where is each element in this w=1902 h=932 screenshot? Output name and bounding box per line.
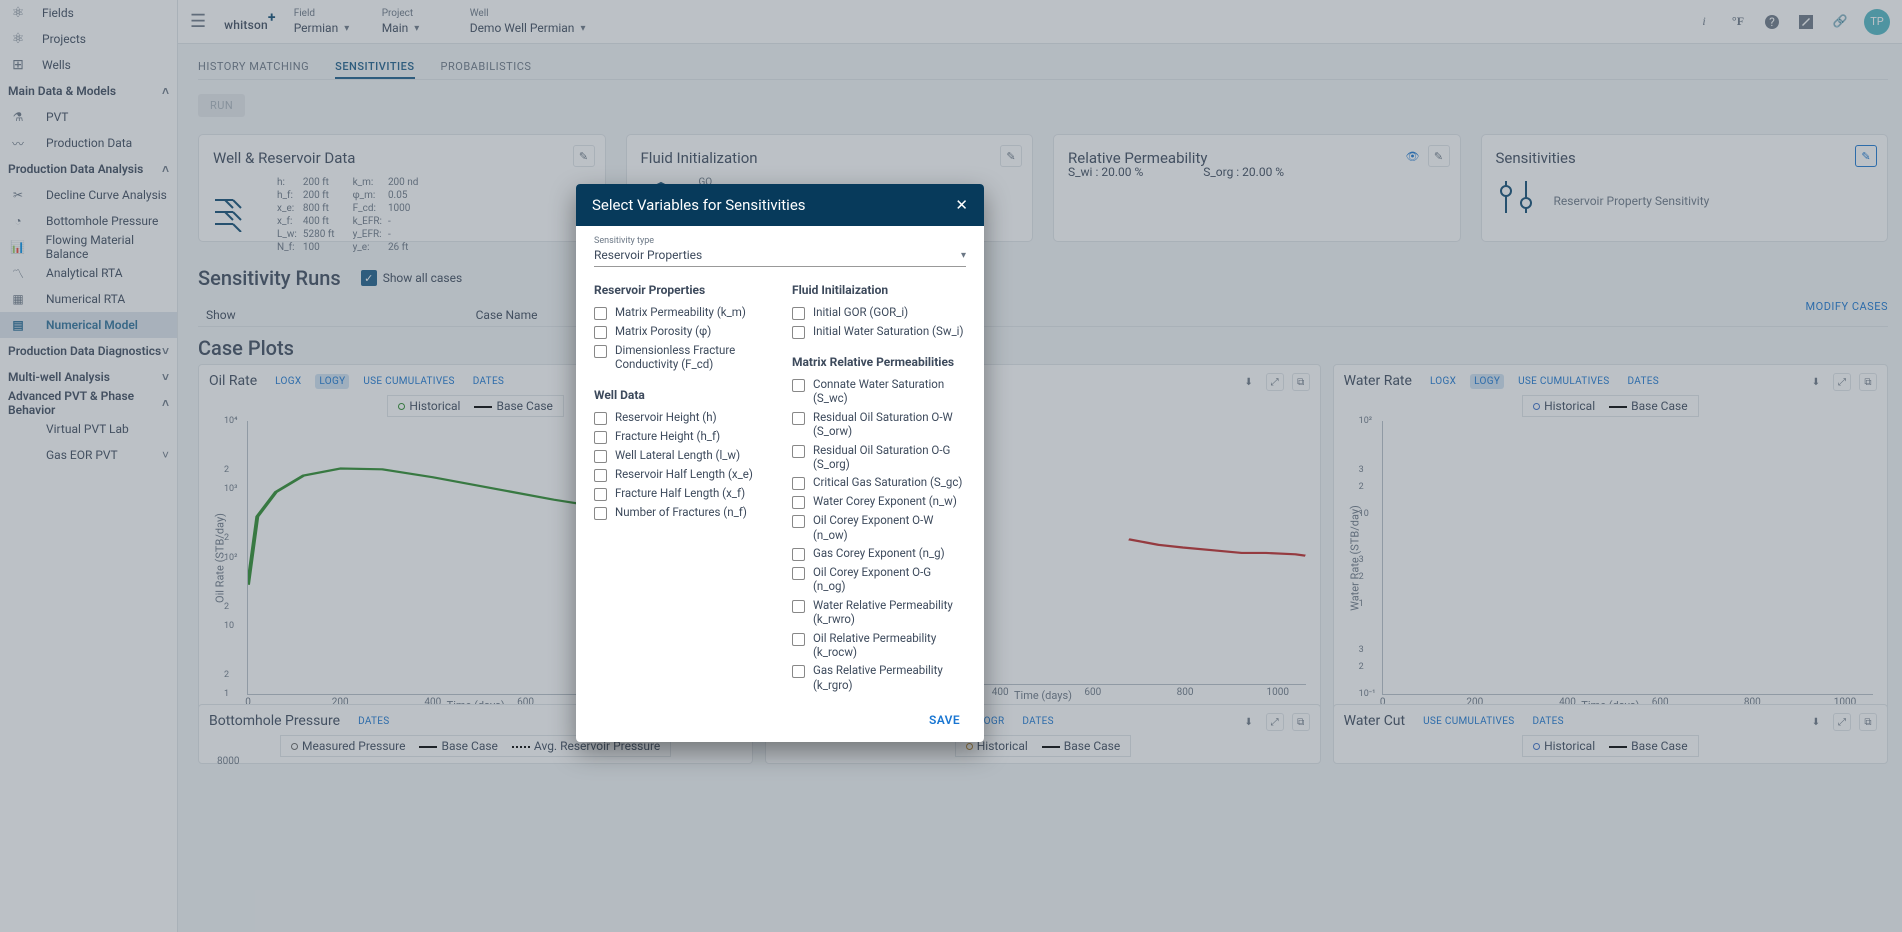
checkbox-ng[interactable]: Gas Corey Exponent (n_g) (792, 544, 966, 563)
group-title: Matrix Relative Permeabilities (792, 355, 966, 369)
close-icon[interactable]: ✕ (955, 196, 968, 214)
checkbox-icon (792, 477, 805, 490)
checkbox-label: Connate Water Saturation (S_wc) (813, 377, 966, 406)
checkbox-krwro[interactable]: Water Relative Permeability (k_rwro) (792, 596, 966, 629)
checkbox-label: Fracture Height (h_f) (615, 429, 720, 443)
checkbox-nog[interactable]: Oil Corey Exponent O-G (n_og) (792, 563, 966, 596)
checkbox-label: Oil Corey Exponent O-W (n_ow) (813, 513, 966, 542)
modal-title: Select Variables for Sensitivities (592, 196, 806, 214)
checkbox-label: Initial GOR (GOR_i) (813, 305, 908, 319)
checkbox-icon (792, 496, 805, 509)
checkbox-icon (594, 469, 607, 482)
checkbox-krgro[interactable]: Gas Relative Permeability (k_rgro) (792, 661, 966, 694)
checkbox-icon (792, 326, 805, 339)
save-button[interactable]: SAVE (923, 712, 966, 728)
modal-left-column: Reservoir Properties Matrix Permeability… (594, 279, 768, 694)
checkbox-label: Gas Corey Exponent (n_g) (813, 546, 945, 560)
checkbox-label: Water Corey Exponent (n_w) (813, 494, 957, 508)
checkbox-icon (594, 412, 607, 425)
checkbox-icon (594, 507, 607, 520)
checkbox-number-fractures[interactable]: Number of Fractures (n_f) (594, 503, 768, 522)
checkbox-icon (594, 450, 607, 463)
checkbox-icon (792, 412, 805, 425)
checkbox-matrix-permeability[interactable]: Matrix Permeability (k_m) (594, 303, 768, 322)
checkbox-label: Matrix Permeability (k_m) (615, 305, 746, 319)
checkbox-label: Well Lateral Length (l_w) (615, 448, 740, 462)
checkbox-label: Initial Water Saturation (Sw_i) (813, 324, 963, 338)
checkbox-sgc[interactable]: Critical Gas Saturation (S_gc) (792, 473, 966, 492)
checkbox-label: Fracture Half Length (x_f) (615, 486, 745, 500)
checkbox-nw[interactable]: Water Corey Exponent (n_w) (792, 492, 966, 511)
checkbox-icon (792, 445, 805, 458)
checkbox-krocw[interactable]: Oil Relative Permeability (k_rocw) (792, 629, 966, 662)
checkbox-icon (594, 307, 607, 320)
checkbox-icon (792, 567, 805, 580)
group-title: Reservoir Properties (594, 283, 768, 297)
checkbox-fcd[interactable]: Dimensionless Fracture Conductivity (F_c… (594, 341, 768, 374)
checkbox-icon (792, 600, 805, 613)
checkbox-fracture-height[interactable]: Fracture Height (h_f) (594, 427, 768, 446)
checkbox-label: Gas Relative Permeability (k_rgro) (813, 663, 966, 692)
checkbox-icon (594, 431, 607, 444)
checkbox-icon (792, 379, 805, 392)
modal-header: Select Variables for Sensitivities ✕ (576, 184, 984, 226)
checkbox-label: Residual Oil Saturation O-W (S_orw) (813, 410, 966, 439)
group-title: Fluid Initilaization (792, 283, 966, 297)
checkbox-label: Reservoir Half Length (x_e) (615, 467, 753, 481)
sensitivity-type-select[interactable]: Reservoir Properties ▾ (594, 246, 966, 267)
checkbox-label: Number of Fractures (n_f) (615, 505, 747, 519)
select-value: Reservoir Properties (594, 248, 702, 262)
checkbox-reservoir-height[interactable]: Reservoir Height (h) (594, 408, 768, 427)
checkbox-now[interactable]: Oil Corey Exponent O-W (n_ow) (792, 511, 966, 544)
checkbox-swc[interactable]: Connate Water Saturation (S_wc) (792, 375, 966, 408)
checkbox-reservoir-half-length[interactable]: Reservoir Half Length (x_e) (594, 465, 768, 484)
checkbox-label: Water Relative Permeability (k_rwro) (813, 598, 966, 627)
checkbox-initial-gor[interactable]: Initial GOR (GOR_i) (792, 303, 966, 322)
sensitivities-modal: Select Variables for Sensitivities ✕ Sen… (576, 184, 984, 742)
checkbox-label: Oil Relative Permeability (k_rocw) (813, 631, 966, 660)
checkbox-label: Critical Gas Saturation (S_gc) (813, 475, 962, 489)
checkbox-label: Reservoir Height (h) (615, 410, 717, 424)
checkbox-icon (594, 345, 607, 358)
checkbox-icon (792, 548, 805, 561)
checkbox-matrix-porosity[interactable]: Matrix Porosity (φ) (594, 322, 768, 341)
group-title: Well Data (594, 388, 768, 402)
checkbox-icon (594, 488, 607, 501)
sensitivity-type-label: Sensitivity type (594, 236, 966, 246)
checkbox-label: Residual Oil Saturation O-G (S_org) (813, 443, 966, 472)
modal-right-column: Fluid Initilaization Initial GOR (GOR_i)… (792, 279, 966, 694)
checkbox-icon (792, 665, 805, 678)
checkbox-icon (792, 633, 805, 646)
checkbox-icon (594, 326, 607, 339)
checkbox-fracture-half-length[interactable]: Fracture Half Length (x_f) (594, 484, 768, 503)
checkbox-label: Matrix Porosity (φ) (615, 324, 711, 338)
checkbox-label: Oil Corey Exponent O-G (n_og) (813, 565, 966, 594)
checkbox-icon (792, 515, 805, 528)
checkbox-sorw[interactable]: Residual Oil Saturation O-W (S_orw) (792, 408, 966, 441)
checkbox-sorg[interactable]: Residual Oil Saturation O-G (S_org) (792, 441, 966, 474)
checkbox-initial-sw[interactable]: Initial Water Saturation (Sw_i) (792, 322, 966, 341)
checkbox-icon (792, 307, 805, 320)
checkbox-well-lateral[interactable]: Well Lateral Length (l_w) (594, 446, 768, 465)
chevron-down-icon: ▾ (961, 250, 966, 261)
checkbox-label: Dimensionless Fracture Conductivity (F_c… (615, 343, 768, 372)
